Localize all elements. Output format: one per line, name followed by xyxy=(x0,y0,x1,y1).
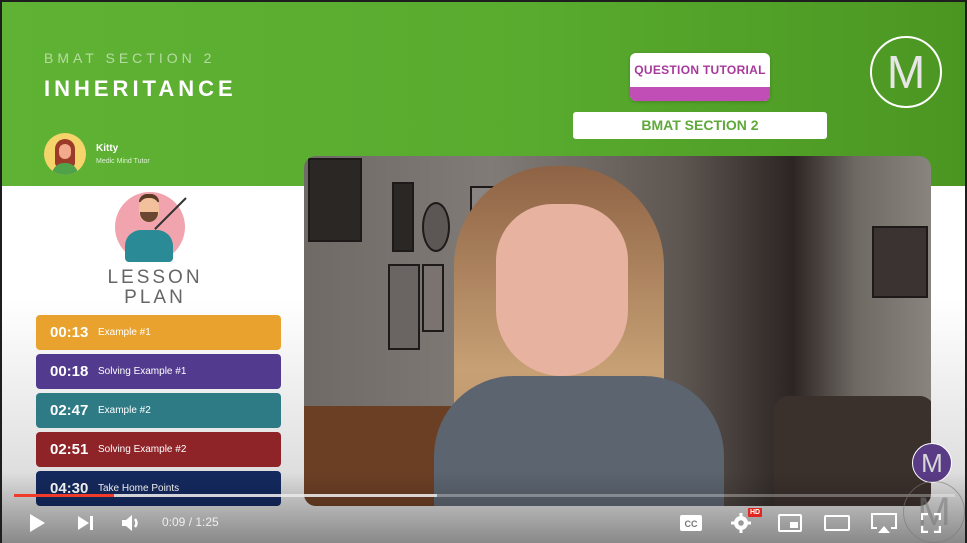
tutor-role: Medic Mind Tutor xyxy=(96,158,150,165)
played-bar xyxy=(14,494,114,497)
tutor-info: Kitty Medic Mind Tutor xyxy=(44,133,150,175)
lesson-label: Solving Example #1 xyxy=(98,366,187,377)
lesson-item[interactable]: 02:51 Solving Example #2 xyxy=(36,432,281,467)
theater-icon xyxy=(824,515,850,531)
lesson-time: 02:51 xyxy=(50,441,89,458)
captions-button[interactable]: CC xyxy=(678,508,704,538)
lesson-time: 00:13 xyxy=(50,324,89,341)
section-tag: BMAT SECTION 2 xyxy=(573,112,827,139)
lesson-plan-heading: LESSON PLAN xyxy=(107,267,203,308)
lesson-time: 02:47 xyxy=(50,402,89,419)
hd-badge: HD xyxy=(748,508,763,517)
video-player[interactable]: BMAT SECTION 2 INHERITANCE Kitty Medic M… xyxy=(2,2,965,543)
teacher-illustration xyxy=(115,190,201,270)
medic-mind-logo: M xyxy=(870,36,942,108)
lesson-label: Example #2 xyxy=(98,405,151,416)
lesson-item[interactable]: 00:13 Example #1 xyxy=(36,315,281,350)
tutor-avatar xyxy=(44,133,86,175)
airplay-icon xyxy=(871,513,897,533)
lesson-label: Solving Example #2 xyxy=(98,444,187,455)
play-icon xyxy=(30,514,45,532)
airplay-button[interactable] xyxy=(868,508,900,538)
volume-button[interactable] xyxy=(118,508,146,538)
tutor-video-frame xyxy=(304,156,931,506)
miniplayer-icon xyxy=(778,514,802,532)
play-button[interactable] xyxy=(24,508,50,538)
svg-text:CC: CC xyxy=(685,519,698,529)
lesson-title: INHERITANCE xyxy=(44,76,237,101)
question-tutorial-tag: QUESTION TUTORIAL xyxy=(630,53,770,101)
lesson-time: 00:18 xyxy=(50,363,89,380)
captions-icon: CC xyxy=(680,515,702,531)
course-subtitle: BMAT SECTION 2 xyxy=(44,50,216,66)
progress-bar[interactable] xyxy=(14,494,955,497)
miniplayer-button[interactable] xyxy=(776,508,804,538)
lesson-label: Example #1 xyxy=(98,327,151,338)
lesson-item[interactable]: 02:47 Example #2 xyxy=(36,393,281,428)
fullscreen-button[interactable] xyxy=(918,508,944,538)
next-icon xyxy=(78,516,93,530)
lesson-item[interactable]: 00:18 Solving Example #1 xyxy=(36,354,281,389)
volume-icon xyxy=(122,515,138,531)
fullscreen-icon xyxy=(921,513,941,533)
controls-shade xyxy=(2,472,965,543)
tag-label: QUESTION TUTORIAL xyxy=(634,63,766,77)
theater-mode-button[interactable] xyxy=(822,508,852,538)
time-display: 0:09 / 1:25 xyxy=(162,515,219,529)
tutor-name: Kitty xyxy=(96,143,119,154)
next-button[interactable] xyxy=(72,508,98,538)
logo-letter: M xyxy=(886,46,926,98)
